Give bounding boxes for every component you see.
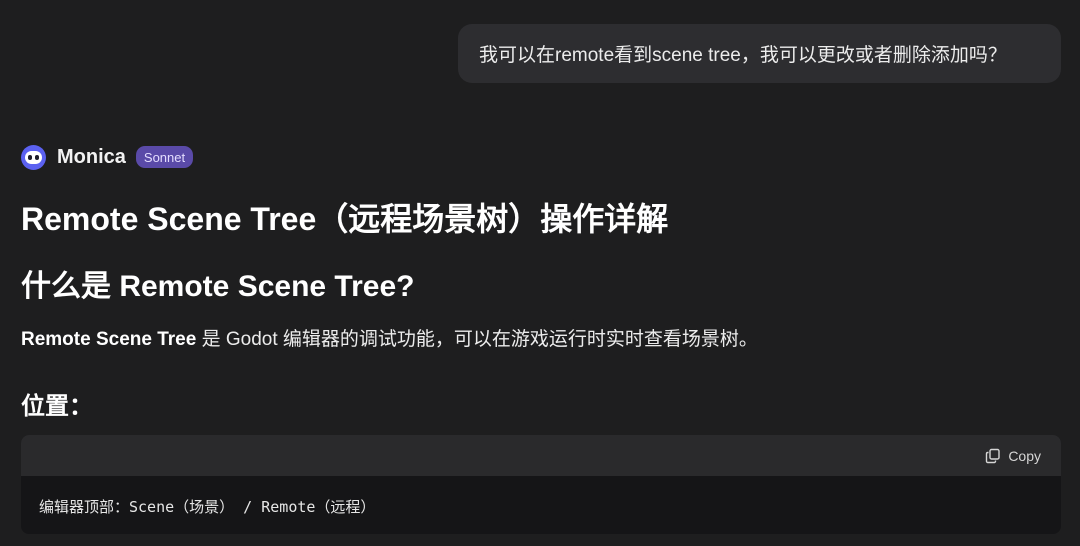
paragraph-bold-term: Remote Scene Tree: [21, 329, 197, 350]
monica-avatar-icon: [21, 144, 46, 170]
copy-button[interactable]: Copy: [985, 448, 1041, 464]
code-toolbar: Copy: [21, 435, 1061, 476]
response-heading-3: 位置：: [21, 393, 93, 420]
copy-icon: [986, 448, 1001, 463]
response-paragraph: Remote Scene Tree 是 Godot 编辑器的调试功能，可以在游戏…: [21, 324, 758, 351]
response-heading-1: Remote Scene Tree（远程场景树）操作详解: [21, 201, 669, 237]
code-text: 编辑器顶部：Scene（场景） / Remote（远程）: [39, 498, 376, 516]
paragraph-text: 是 Godot 编辑器的调试功能，可以在游戏运行时实时查看场景树。: [196, 329, 758, 350]
chat-page: 我可以在remote看到scene tree，我可以更改或者删除添加吗？ Mon…: [0, 0, 1080, 546]
user-message-bubble: 我可以在remote看到scene tree，我可以更改或者删除添加吗？: [458, 24, 1061, 83]
assistant-header: Monica Sonnet: [21, 144, 194, 170]
model-badge: Sonnet: [135, 146, 194, 168]
response-heading-2: 什么是 Remote Scene Tree?: [21, 270, 415, 303]
user-message-text: 我可以在remote看到scene tree，我可以更改或者删除添加吗？: [479, 45, 1007, 66]
assistant-name: Monica: [57, 145, 126, 168]
copy-label: Copy: [1008, 447, 1041, 464]
code-block: Copy 编辑器顶部：Scene（场景） / Remote（远程）: [21, 435, 1061, 534]
